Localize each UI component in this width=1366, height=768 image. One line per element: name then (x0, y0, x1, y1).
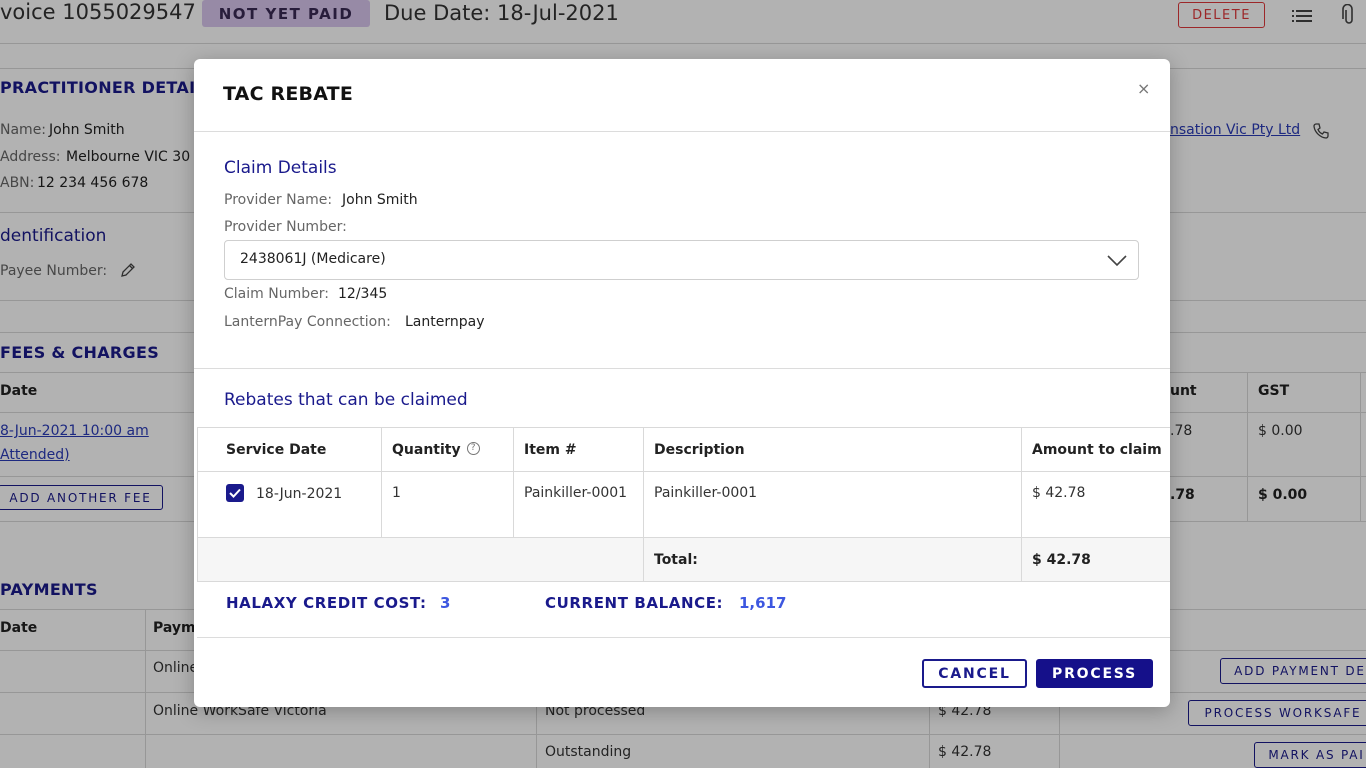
process-button[interactable]: PROCESS (1036, 659, 1153, 688)
total-row: Total: $ 42.78 (197, 537, 1170, 582)
provider-number-select[interactable]: 2438061J (Medicare) (224, 240, 1139, 280)
row-service-date: 18-Jun-2021 (256, 486, 343, 502)
provider-number-label: Provider Number: (224, 219, 347, 235)
col-amount: Amount to claim (1021, 427, 1170, 472)
row-description: Painkiller-0001 (643, 471, 1022, 538)
row-service-date-cell: 18-Jun-2021 (197, 471, 382, 538)
col-description: Description (643, 427, 1022, 472)
row-item: Painkiller-0001 (513, 471, 644, 538)
cancel-button[interactable]: CANCEL (922, 659, 1027, 688)
claim-number-label: Claim Number: (224, 286, 329, 302)
tac-rebate-modal: TAC REBATE × Claim Details Provider Name… (194, 59, 1170, 707)
provider-name-value: John Smith (342, 192, 418, 208)
rebates-heading: Rebates that can be claimed (224, 390, 468, 410)
col-quantity: Quantity? (381, 427, 514, 472)
rebates-header-row: Service Date Quantity? Item # Descriptio… (197, 427, 1170, 472)
col-quantity-label: Quantity (392, 441, 461, 458)
lanternpay-connection-value: Lanternpay (405, 314, 485, 330)
rebates-table: Service Date Quantity? Item # Descriptio… (197, 427, 1170, 582)
lanternpay-connection-label: LanternPay Connection: (224, 314, 391, 330)
chevron-down-icon (1106, 249, 1128, 271)
close-icon[interactable]: × (1137, 79, 1150, 98)
provider-name-label: Provider Name: (224, 192, 333, 208)
claim-details-heading: Claim Details (224, 158, 337, 178)
col-item: Item # (513, 427, 644, 472)
total-spacer (197, 537, 644, 582)
row-amount: $ 42.78 (1021, 471, 1170, 538)
row-quantity: 1 (381, 471, 514, 538)
total-value: $ 42.78 (1021, 537, 1170, 582)
checkmark-icon (229, 488, 241, 498)
table-row: 18-Jun-2021 1 Painkiller-0001 Painkiller… (197, 471, 1170, 538)
current-balance-label: CURRENT BALANCE: (545, 594, 724, 612)
credit-cost-value: 3 (440, 594, 451, 612)
row-checkbox[interactable] (226, 484, 244, 502)
total-label: Total: (643, 537, 1022, 582)
modal-title: TAC REBATE (223, 83, 354, 105)
current-balance-value: 1,617 (739, 594, 787, 612)
col-service-date: Service Date (197, 427, 382, 472)
provider-number-selected: 2438061J (Medicare) (240, 251, 386, 267)
claim-number-value: 12/345 (338, 286, 388, 302)
help-icon[interactable]: ? (466, 442, 480, 455)
credit-cost-label: HALAXY CREDIT COST: (226, 594, 427, 612)
